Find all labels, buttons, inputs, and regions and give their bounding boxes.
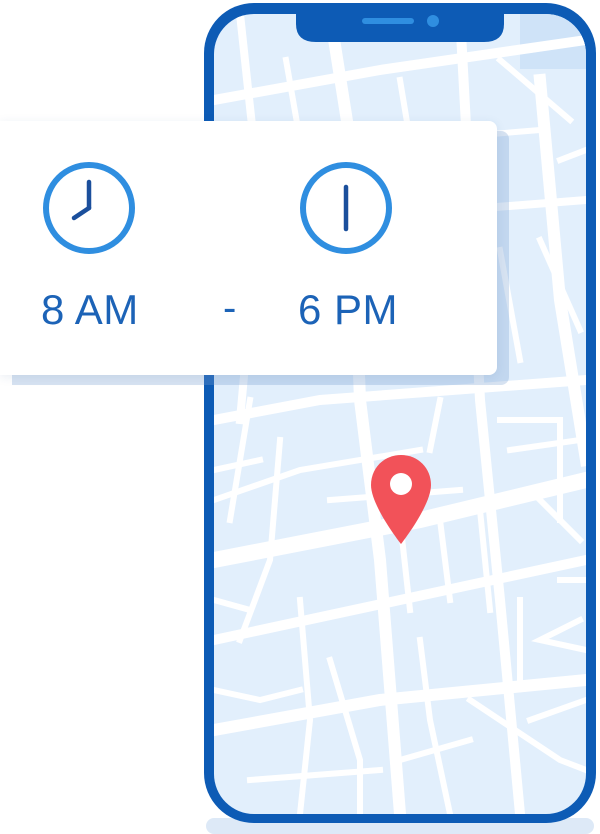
open-time: 8 AM [41, 286, 139, 333]
illustration: 8 AM - 6 PM [0, 0, 600, 834]
clock-icon [43, 162, 135, 254]
close-time: 6 PM [298, 286, 399, 333]
camera [427, 15, 439, 27]
speaker [362, 18, 414, 24]
time-separator: - [223, 286, 237, 330]
clock-icon [300, 162, 392, 254]
